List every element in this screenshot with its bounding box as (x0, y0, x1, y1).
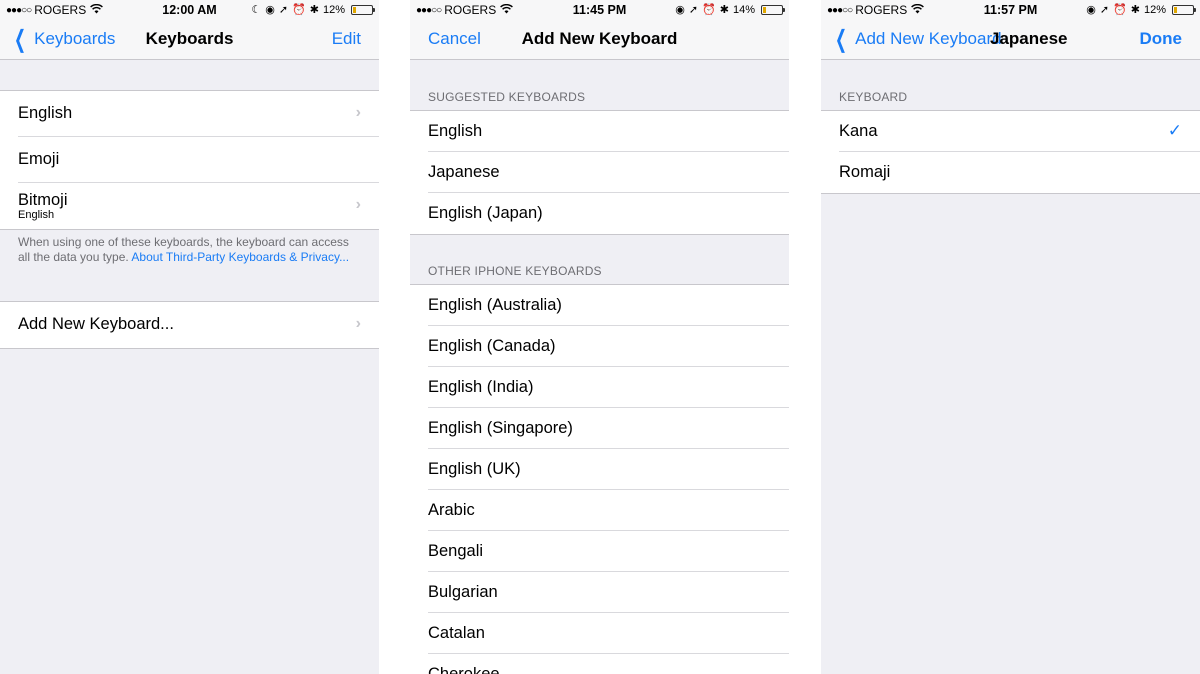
suggested-keyboard-list: English Japanese English (Japan) (410, 110, 789, 235)
back-button-label: Add New Keyboard (855, 29, 1002, 48)
list-item[interactable]: English (Australia) (428, 285, 789, 326)
keyboard-sublabel: English (18, 209, 55, 221)
list-item[interactable]: English (India) (428, 367, 789, 408)
status-bar: ●●●○○ ROGERS 11:45 PM ◉ ➚ ⏰ ✱ 14% (410, 0, 789, 20)
chevron-right-icon: › (355, 104, 361, 121)
keyboard-label: English (18, 104, 73, 122)
chevron-left-icon: ❮ (835, 25, 848, 53)
keyboard-label: Bulgarian (428, 583, 498, 601)
add-new-keyboard-screen: ●●●○○ ROGERS 11:45 PM ◉ ➚ ⏰ ✱ 14% Cancel… (410, 0, 789, 674)
status-bar: ●●●○○ ROGERS 12:00 AM ☾ ◉ ➚ ⏰ ✱ 12% (0, 0, 379, 20)
list-item[interactable]: Catalan (428, 613, 789, 654)
add-keyboard-group: Add New Keyboard... › (0, 301, 379, 349)
option-row-romaji[interactable]: Romaji (839, 152, 1200, 193)
add-keyboard-label: Add New Keyboard... (18, 315, 174, 333)
battery-percent: 12% (1143, 3, 1166, 16)
keyboard-layout-list: Kana ✓ Romaji (821, 110, 1200, 194)
battery-icon (1172, 4, 1196, 15)
moon-icon: ☾ (251, 4, 262, 16)
list-item[interactable]: English (UK) (428, 449, 789, 490)
alarm-icon: ⏰ (702, 4, 716, 16)
keyboard-row-bitmoji[interactable]: Bitmoji English › (18, 183, 379, 229)
bluetooth-icon: ✱ (309, 4, 319, 16)
alarm-icon: ⏰ (292, 4, 306, 16)
back-button[interactable]: ❮ Add New Keyboard (831, 25, 1002, 53)
page-title: Add New Keyboard (521, 29, 678, 48)
status-bar: ●●●○○ ROGERS 11:57 PM ◉ ➚ ⏰ ✱ 12% (821, 0, 1200, 20)
bluetooth-icon: ✱ (719, 4, 729, 16)
privacy-link[interactable]: About Third-Party Keyboards & Privacy... (131, 250, 349, 264)
navigation-bar: Cancel Add New Keyboard (410, 20, 789, 60)
keyboard-label: Catalan (428, 624, 485, 642)
list-item[interactable]: Bulgarian (428, 572, 789, 613)
battery-icon (761, 4, 785, 15)
location-icon: ➚ (688, 4, 699, 16)
add-new-keyboard-row[interactable]: Add New Keyboard... › (18, 302, 379, 348)
keyboard-label: Cherokee (428, 665, 500, 674)
navigation-bar: ❮ Keyboards Keyboards Edit (0, 20, 379, 60)
keyboard-row-emoji[interactable]: Emoji (18, 137, 379, 183)
rotation-lock-icon: ◉ (1086, 4, 1096, 16)
chevron-right-icon: › (355, 196, 361, 213)
keyboard-label: English (Australia) (428, 296, 562, 314)
keyboard-label: English (Singapore) (428, 419, 573, 437)
rotation-lock-icon: ◉ (265, 4, 275, 16)
keyboard-row-english[interactable]: English › (18, 91, 379, 137)
keyboards-settings-screen: ●●●○○ ROGERS 12:00 AM ☾ ◉ ➚ ⏰ ✱ 12% ❮ Ke… (0, 0, 379, 674)
rotation-lock-icon: ◉ (675, 4, 685, 16)
done-button[interactable]: Done (1140, 29, 1183, 49)
keyboard-label: English (428, 122, 483, 140)
keyboard-label: English (Japan) (428, 204, 543, 222)
third-party-note: When using one of these keyboards, the k… (18, 235, 361, 265)
keyboard-label: English (UK) (428, 460, 521, 478)
page-title: Japanese (990, 29, 1068, 48)
option-label: Romaji (839, 163, 891, 181)
list-item[interactable]: English (428, 111, 789, 152)
bluetooth-icon: ✱ (1130, 4, 1140, 16)
suggested-keyboards-header: SUGGESTED KEYBOARDS (428, 90, 586, 104)
other-keyboard-list: English (Australia) English (Canada) Eng… (410, 284, 789, 674)
keyboard-label: English (India) (428, 378, 534, 396)
location-icon: ➚ (278, 4, 289, 16)
location-icon: ➚ (1099, 4, 1110, 16)
alarm-icon: ⏰ (1113, 4, 1127, 16)
list-item[interactable]: Bengali (428, 531, 789, 572)
list-item[interactable]: Cherokee (428, 654, 789, 674)
keyboard-label: Japanese (428, 163, 500, 181)
keyboard-label: Emoji (18, 150, 60, 168)
keyboard-label: English (Canada) (428, 337, 556, 355)
battery-icon (351, 4, 375, 15)
option-label: Kana (839, 122, 878, 140)
list-item[interactable]: Japanese (428, 152, 789, 193)
battery-percent: 12% (322, 3, 345, 16)
keyboard-list: English › Emoji Bitmoji English › (0, 90, 379, 230)
list-item[interactable]: English (Canada) (428, 326, 789, 367)
list-item[interactable]: Arabic (428, 490, 789, 531)
option-row-kana[interactable]: Kana ✓ (839, 111, 1200, 152)
edit-button[interactable]: Edit (332, 29, 361, 49)
keyboard-label: Bitmoji (18, 191, 68, 209)
page-title: Keyboards (145, 29, 234, 48)
navigation-bar: ❮ Add New Keyboard Japanese Done (821, 20, 1200, 60)
keyboard-label: Bengali (428, 542, 484, 560)
keyboard-section-header: KEYBOARD (839, 90, 908, 104)
keyboard-label: Arabic (428, 501, 475, 519)
list-item[interactable]: English (Japan) (428, 193, 789, 234)
other-keyboards-header: OTHER IPHONE KEYBOARDS (428, 264, 602, 278)
chevron-right-icon: › (355, 315, 361, 332)
japanese-keyboard-screen: ●●●○○ ROGERS 11:57 PM ◉ ➚ ⏰ ✱ 12% ❮ Add … (821, 0, 1200, 674)
list-item[interactable]: English (Singapore) (428, 408, 789, 449)
checkmark-icon: ✓ (1167, 121, 1182, 140)
battery-percent: 14% (732, 3, 755, 16)
